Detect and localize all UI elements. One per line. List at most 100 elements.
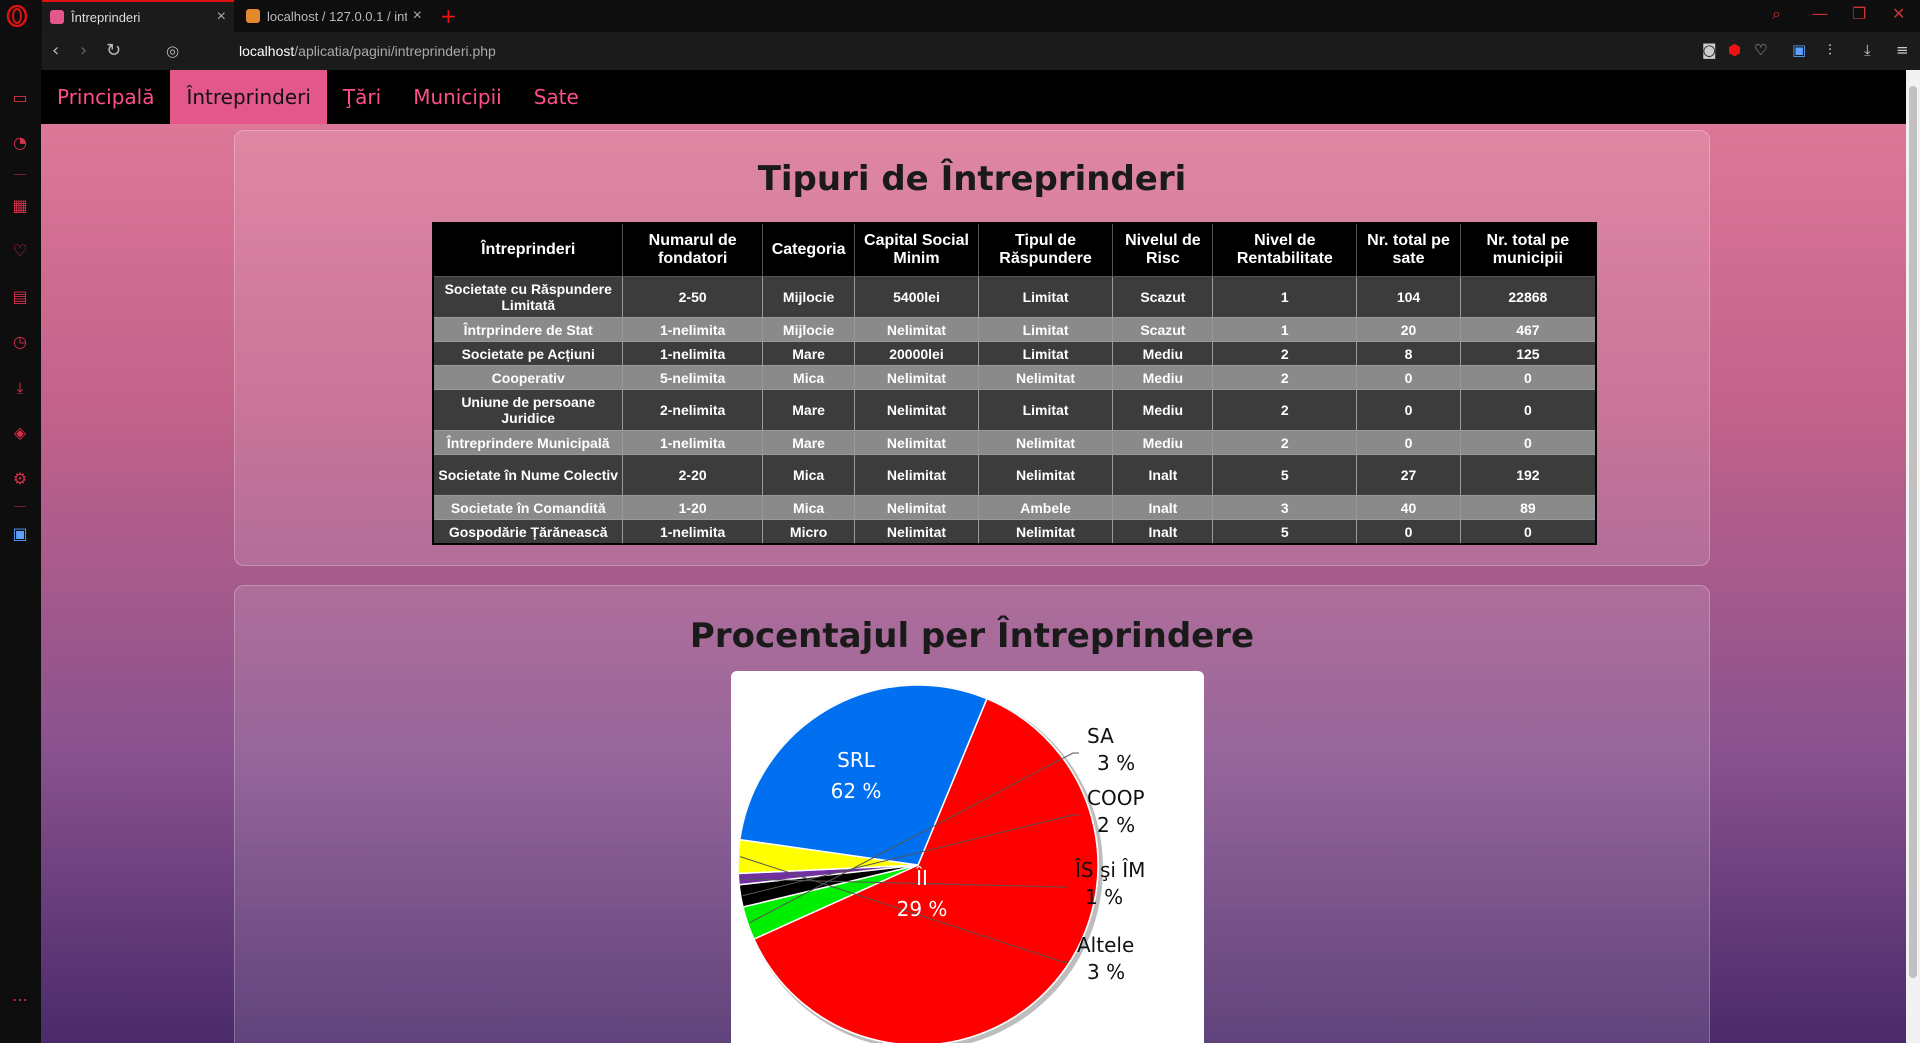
extensions-cube-icon[interactable]: ◈ [10, 423, 30, 443]
enterprise-types-panel: Tipuri de Întreprinderi Întreprinderi Num… [234, 130, 1710, 566]
restore-icon[interactable]: ❐ [1852, 4, 1866, 23]
menu-icon[interactable]: ≡ [1896, 41, 1909, 59]
table-cell: Mare [761, 430, 856, 455]
pie-chart: SRL 62 % SA 3 % COOP 2 % ÎS şi ÎM 1 % Altele 3 % Î… [737, 684, 1145, 1043]
table-cell: 2-50 [622, 276, 763, 318]
tab-title: localhost / 127.0.0.1 / intre [267, 8, 407, 24]
table-cell: Societate în Nume Colectiv [432, 454, 624, 496]
scrollbar-thumb[interactable] [1909, 86, 1917, 978]
game-controller-icon[interactable]: ▭ [10, 88, 30, 108]
forward-icon[interactable]: › [80, 40, 87, 61]
table-cell: 5 [1212, 454, 1358, 496]
news-icon[interactable]: ▤ [10, 287, 30, 307]
bookmarks-heart-icon[interactable]: ♡ [10, 241, 30, 261]
table-cell: Inalt [1112, 495, 1214, 520]
browser-tab-inactive[interactable]: localhost / 127.0.0.1 / intre × [238, 0, 430, 32]
table-cell: Nelimitat [854, 454, 979, 496]
column-header: Numarul de fondatori [622, 222, 763, 277]
table-row: Uniune de persoane Juridice 2-nelimita Mar… [432, 389, 1597, 431]
reload-icon[interactable]: ↻ [106, 40, 121, 61]
table-cell: 2 [1212, 389, 1358, 431]
table-cell: 1-nelimita [622, 317, 763, 342]
easy-setup-icon[interactable]: ⫶ [1828, 41, 1832, 59]
sidebar-divider [14, 174, 26, 175]
table-cell: Mare [761, 389, 856, 431]
close-tab-icon[interactable]: × [407, 7, 422, 25]
snapshot-icon[interactable]: ◙ [1702, 41, 1717, 59]
translate-sidebar-icon[interactable]: ▣ [10, 524, 30, 544]
table-row: Cooperativ 5-nelimita Mica Nelimitat Nelimit… [432, 365, 1597, 390]
nav-link-tari[interactable]: Ţări [327, 70, 397, 124]
table-cell: Scazut [1112, 276, 1214, 318]
table-body: Societate cu Răspundere Limitată 2-50 Mijl… [432, 276, 1597, 545]
speed-dial-icon[interactable]: ◔ [10, 133, 30, 153]
site-navbar: Principală Întreprinderi Ţări Municipii … [41, 70, 1906, 124]
search-tabs-icon[interactable]: ⌕ [1772, 4, 1781, 24]
nav-link-principala[interactable]: Principală [41, 70, 170, 124]
nav-link-intreprinderi[interactable]: Întreprinderi [170, 70, 327, 124]
site-info-icon[interactable]: ◎ [166, 42, 179, 60]
table-cell: Mijlocie [761, 276, 856, 318]
table-cell: 3 [1212, 495, 1358, 520]
tab-title: Întreprinderi [71, 9, 141, 25]
table-cell: 20 [1356, 317, 1461, 342]
browser-tab-active[interactable]: Întreprinderi × [42, 0, 234, 32]
minimize-icon[interactable]: — [1812, 4, 1828, 23]
table-cell: Societate în Comandită [432, 495, 624, 520]
settings-gear-icon[interactable]: ⚙ [10, 469, 30, 489]
pie-label-percent: 3 % [1097, 751, 1135, 775]
pie-label-percent: 29 % [897, 897, 948, 921]
table-cell: 40 [1356, 495, 1461, 520]
adblock-icon[interactable]: ⬢ [1728, 41, 1741, 59]
url-field[interactable]: localhost/aplicatia/pagini/intreprinderi… [239, 43, 496, 59]
table-cell: Mica [761, 454, 856, 496]
table-cell: Inalt [1112, 519, 1214, 545]
close-window-icon[interactable]: ✕ [1892, 4, 1905, 23]
new-tab-icon[interactable]: + [440, 4, 457, 28]
back-icon[interactable]: ‹ [52, 40, 59, 61]
table-cell: 1 [1212, 276, 1358, 318]
downloads-sidebar-icon[interactable]: ⤓ [10, 378, 30, 398]
table-cell: 2-nelimita [622, 389, 763, 431]
browser-sidebar: ▭ ◔ ▦ ♡ ▤ ◷ ⤓ ◈ ⚙ ▣ ⋯ [0, 32, 41, 1043]
table-cell: Nelimitat [854, 519, 979, 545]
table-cell: 0 [1459, 519, 1597, 545]
table-cell: 0 [1459, 430, 1597, 455]
pie-label-percent: 1 % [1085, 885, 1123, 909]
table-cell: 89 [1459, 495, 1597, 520]
nav-link-municipii[interactable]: Municipii [397, 70, 518, 124]
table-cell: Nelimitat [854, 317, 979, 342]
enterprise-types-table: Întreprinderi Numarul de fondatori Categor… [432, 222, 1597, 545]
page-favicon-icon [50, 10, 64, 24]
page-viewport: Principală Întreprinderi Ţări Municipii … [41, 70, 1906, 1043]
opera-logo-icon[interactable] [6, 5, 28, 27]
column-header: Întreprinderi [432, 222, 624, 277]
pie-label-percent: 62 % [831, 779, 882, 803]
table-cell: Mijlocie [761, 317, 856, 342]
apps-grid-icon[interactable]: ▦ [10, 196, 30, 216]
favorites-heart-icon[interactable]: ♡ [1754, 41, 1767, 59]
column-header: Nr. total pe municipii [1459, 222, 1597, 277]
table-cell: Micro [761, 519, 856, 545]
translate-extension-icon[interactable]: ▣ [1792, 41, 1806, 59]
more-dots-icon[interactable]: ⋯ [10, 990, 30, 1010]
table-cell: 5-nelimita [622, 365, 763, 390]
table-cell: Mediu [1112, 430, 1214, 455]
table-cell: Limitat [977, 341, 1114, 366]
table-cell: 467 [1459, 317, 1597, 342]
table-cell: Ambele [977, 495, 1114, 520]
column-header: Nivelul de Risc [1112, 222, 1214, 277]
pie-label-name: Altele [1077, 933, 1134, 957]
history-clock-icon[interactable]: ◷ [10, 332, 30, 352]
table-cell: 1-nelimita [622, 519, 763, 545]
close-tab-icon[interactable]: × [211, 8, 226, 26]
table-cell: 1-nelimita [622, 341, 763, 366]
table-cell: Nelimitat [854, 389, 979, 431]
table-cell: 0 [1356, 389, 1461, 431]
table-cell: Nelimitat [854, 495, 979, 520]
table-cell: Mica [761, 365, 856, 390]
nav-link-sate[interactable]: Sate [518, 70, 595, 124]
table-row: Societate în Comandită 1-20 Mica Nelimitat A… [432, 495, 1597, 520]
downloads-icon[interactable]: ⤓ [1864, 41, 1871, 59]
table-cell: Mediu [1112, 365, 1214, 390]
